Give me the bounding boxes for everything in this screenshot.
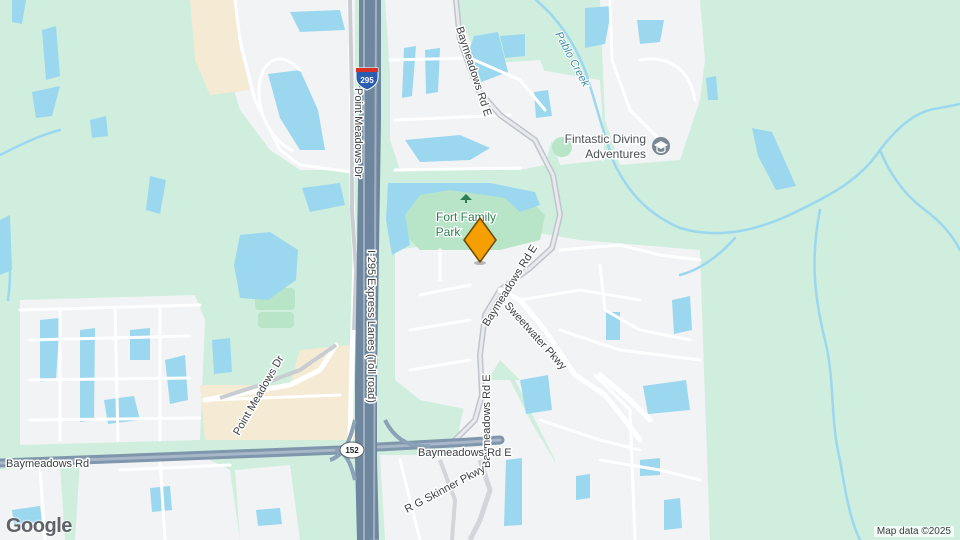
baymeadows-rd-e-upper-label: Baymeadows Rd E — [418, 447, 512, 459]
i295-express-label: I-295 Express Lanes (Toll road) — [365, 250, 377, 403]
map-layer: Point Meadows Dr Point Meadows Dr I-295 … — [0, 0, 960, 540]
poi-name-line2[interactable]: Adventures — [584, 146, 648, 163]
state-road-shield-number: 152 — [345, 446, 359, 455]
poi-name-line1[interactable]: Fintastic Diving — [563, 131, 647, 148]
baymeadows-rd-label: Baymeadows Rd — [6, 458, 89, 470]
google-logo: Google — [6, 515, 72, 537]
map-canvas[interactable]: Point Meadows Dr Point Meadows Dr I-295 … — [0, 0, 960, 540]
point-meadows-dr-label: Point Meadows Dr — [352, 88, 364, 178]
interstate-shield-number: 295 — [360, 76, 374, 85]
state-road-shield-icon: 152 — [339, 441, 365, 459]
park-name-line2[interactable]: Park — [434, 224, 462, 241]
school-icon[interactable] — [652, 137, 670, 155]
park-name-line1[interactable]: Fort Family — [435, 209, 498, 226]
map-attribution[interactable]: Map data ©2025 — [873, 526, 954, 537]
